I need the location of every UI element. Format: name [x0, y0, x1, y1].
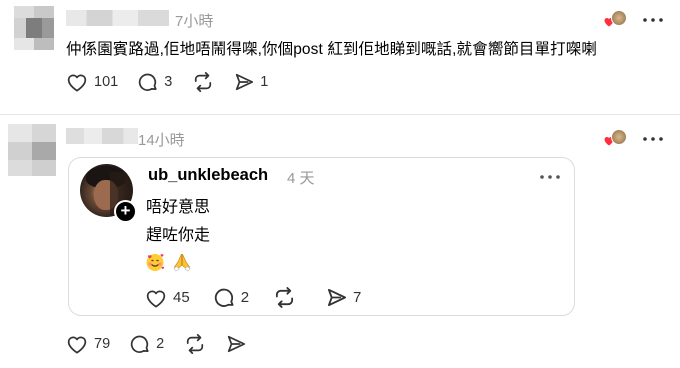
repost-arrows-icon — [275, 287, 294, 308]
comment-divider — [0, 114, 680, 115]
author-mini-avatar — [611, 10, 627, 26]
three-dots-icon — [643, 137, 663, 141]
send-arrow-icon — [228, 335, 246, 353]
like-count: 101 — [94, 74, 119, 90]
quoted-reply-count: 2 — [240, 289, 250, 306]
quoted-share-count: 7 — [353, 289, 362, 306]
comment-actions: 101 3 1 — [66, 72, 288, 92]
quoted-text-line-1: 唔好意思 — [146, 199, 211, 216]
repost-arrows-icon — [187, 334, 204, 354]
comment-text: 仲係園賓路過,佢地唔鬧得㗎,你個post 紅到佢地睇到嘅話,就會嚮節目單打㗎喇 — [66, 41, 597, 58]
smiling-face-with-hearts-icon — [146, 254, 165, 271]
comment-actions: 79 2 — [66, 334, 266, 354]
reply-count: 2 — [156, 336, 165, 352]
quoted-repost-button[interactable] — [273, 287, 296, 308]
more-options-button[interactable] — [640, 10, 666, 30]
speech-bubble-icon — [214, 288, 234, 307]
send-arrow-icon — [236, 73, 254, 91]
speech-bubble-icon — [130, 335, 149, 353]
repost-button[interactable] — [192, 72, 214, 92]
quoted-reply-button[interactable]: 2 — [214, 287, 249, 308]
blurred-username[interactable] — [66, 10, 169, 26]
repost-arrows-icon — [195, 72, 212, 92]
send-arrow-icon — [327, 288, 347, 307]
quoted-actions: 45 2 7 — [145, 287, 381, 308]
blurred-avatar[interactable] — [8, 124, 56, 176]
like-button[interactable]: 101 — [66, 72, 118, 92]
quoted-like-button[interactable]: 45 — [145, 288, 190, 308]
blurred-avatar[interactable] — [14, 6, 54, 50]
quoted-time: 4 天 — [287, 170, 315, 187]
quoted-text-line-2: 趕咗你走 — [146, 227, 211, 244]
heart-outline-icon — [67, 74, 87, 92]
share-button[interactable] — [226, 334, 246, 354]
heart-outline-icon — [67, 336, 87, 354]
quoted-username[interactable]: ub_unklebeach — [148, 166, 268, 185]
reply-count: 3 — [164, 74, 173, 90]
reply-button[interactable]: 3 — [138, 72, 172, 92]
heart-outline-icon — [146, 290, 166, 307]
share-count: 1 — [260, 74, 269, 90]
more-options-button[interactable] — [640, 129, 666, 149]
liked-by-author-badge — [603, 129, 627, 149]
three-dots-icon — [540, 175, 560, 179]
quoted-share-button[interactable]: 7 — [326, 287, 361, 308]
author-mini-avatar — [611, 129, 627, 145]
repost-button[interactable] — [184, 334, 206, 354]
comment-time: 7小時 — [175, 13, 214, 30]
reply-button[interactable]: 2 — [130, 334, 164, 354]
quoted-post-card[interactable]: + ub_unklebeach 4 天 唔好意思 趕咗你走 45 2 7 — [68, 157, 575, 316]
blurred-username[interactable] — [66, 128, 138, 144]
folded-hands-icon — [173, 253, 191, 272]
comment-time: 14小時 — [138, 132, 185, 149]
three-dots-icon — [643, 18, 663, 22]
quoted-like-count: 45 — [173, 289, 190, 306]
speech-bubble-icon — [139, 73, 157, 91]
follow-plus-button[interactable]: + — [114, 200, 137, 223]
liked-by-author-badge — [603, 10, 627, 30]
quoted-more-options-button[interactable] — [537, 170, 563, 184]
like-button[interactable]: 79 — [66, 334, 110, 354]
like-count: 79 — [94, 336, 111, 352]
share-button[interactable]: 1 — [234, 72, 268, 92]
